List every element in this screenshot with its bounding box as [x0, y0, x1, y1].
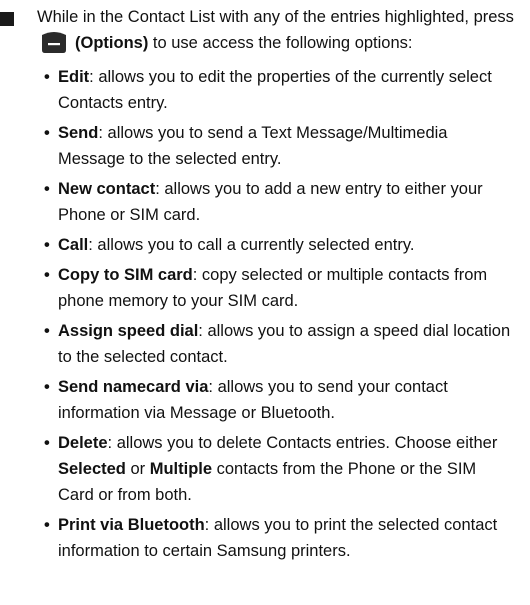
list-item-send: • Send: allows you to send a Text Message…: [44, 120, 514, 172]
item-term: Send: [58, 124, 99, 142]
list-item-call: • Call: allows you to call a currently se…: [44, 232, 514, 258]
item-term: Send namecard via: [58, 378, 209, 396]
list-item-copy-to-sim: • Copy to SIM card: copy selected or mult…: [44, 262, 514, 314]
bullet-icon: •: [44, 378, 50, 396]
intro-paragraph: While in the Contact List with any of th…: [0, 4, 525, 56]
item-desc: : allows you to call a currently selecte…: [88, 236, 415, 254]
bullet-icon: •: [44, 124, 50, 142]
bullet-icon: •: [44, 434, 50, 452]
list-item-delete: • Delete: allows you to delete Contacts e…: [44, 430, 514, 508]
list-item-edit: • Edit: allows you to edit the properties…: [44, 64, 514, 116]
bullet-icon: •: [44, 516, 50, 534]
options-label: (Options): [75, 34, 149, 52]
selected-label: Selected: [58, 460, 126, 478]
item-desc: : allows you to send a Text Message/Mult…: [58, 124, 448, 168]
list-item-print-via-bluetooth: • Print via Bluetooth: allows you to prin…: [44, 512, 514, 564]
bullet-icon: •: [44, 68, 50, 86]
item-term: Copy to SIM card: [58, 266, 193, 284]
item-desc: : allows you to edit the properties of t…: [58, 68, 492, 112]
options-list: • Edit: allows you to edit the properties…: [44, 64, 514, 568]
list-item-new-contact: • New contact: allows you to add a new en…: [44, 176, 514, 228]
item-desc-connector: or: [125, 460, 150, 478]
bullet-icon: •: [44, 322, 50, 340]
intro-text-start: While in the Contact List with any of th…: [37, 8, 514, 26]
left-soft-key-icon: [42, 32, 66, 53]
manual-page: While in the Contact List with any of th…: [0, 0, 530, 605]
item-term: Call: [58, 236, 89, 254]
intro-text-end: to use access the following options:: [148, 34, 413, 52]
list-item-send-namecard: • Send namecard via: allows you to send y…: [44, 374, 514, 426]
intro-text: While in the Contact List with any of th…: [37, 4, 517, 56]
bullet-icon: •: [44, 180, 50, 198]
item-term: Delete: [58, 434, 108, 452]
list-item-assign-speed-dial: • Assign speed dial: allows you to assign…: [44, 318, 514, 370]
multiple-label: Multiple: [149, 460, 213, 478]
bullet-icon: •: [44, 266, 50, 284]
square-bullet-icon: [0, 12, 14, 26]
bullet-icon: •: [44, 236, 50, 254]
item-term: New contact: [58, 180, 156, 198]
item-desc: : allows you to delete Contacts entries.…: [107, 434, 498, 452]
item-term: Edit: [58, 68, 90, 86]
item-term: Print via Bluetooth: [58, 516, 205, 534]
item-term: Assign speed dial: [58, 322, 199, 340]
